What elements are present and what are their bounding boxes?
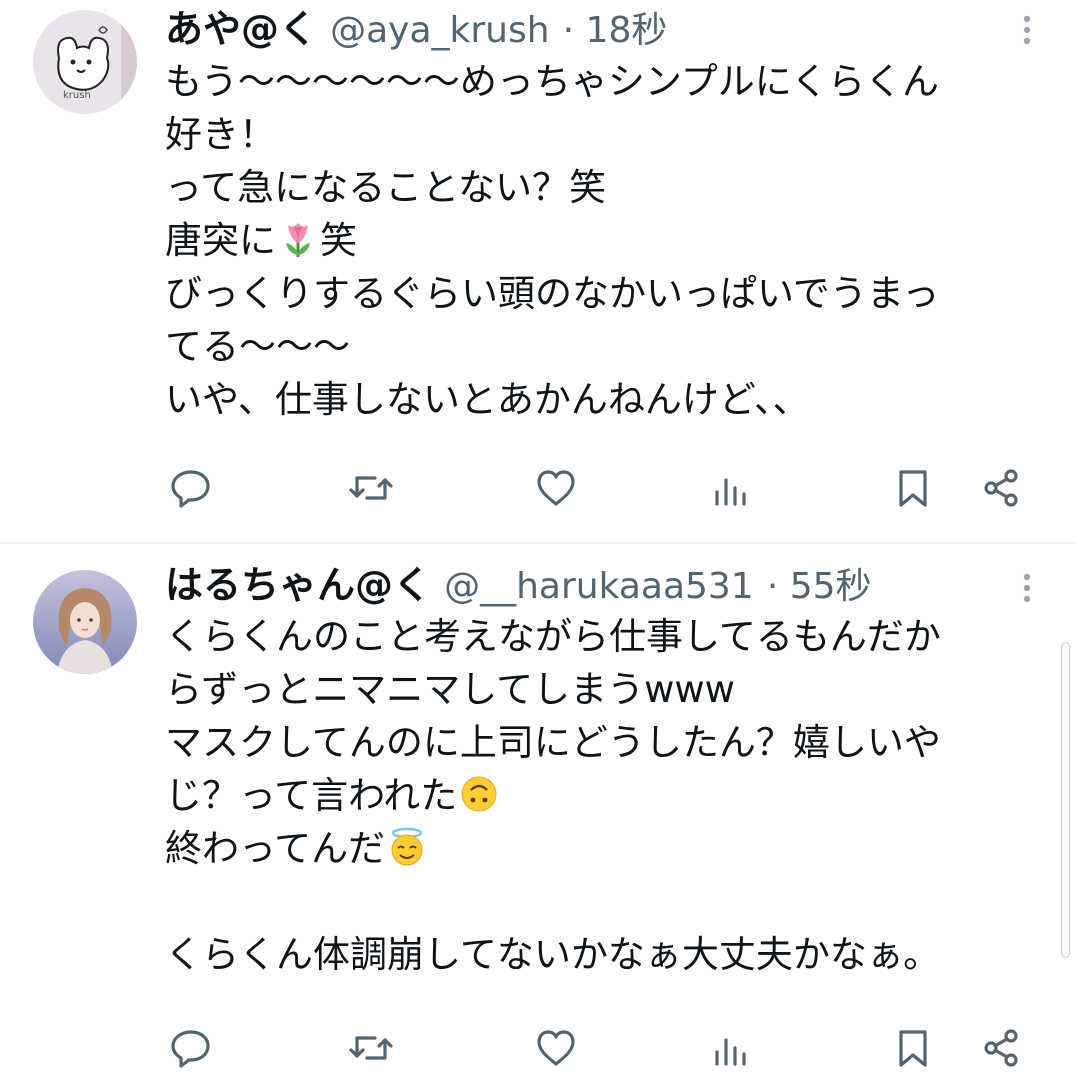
tweet-line: って急になることない？笑 [165, 166, 607, 209]
handle[interactable]: @__harukaaa531 [444, 566, 754, 607]
tweet-line: じ？って言われた [165, 774, 458, 817]
avatar[interactable] [33, 570, 137, 674]
smiling-face-with-halo-emoji [387, 827, 427, 867]
upside-down-face-emoji [459, 774, 499, 814]
tweet-line: 笑 [320, 219, 357, 262]
tweet-line: てる〜〜〜 [165, 325, 350, 368]
tweet-line: 好き！ [165, 113, 276, 156]
display-name[interactable]: はるちゃん@く [165, 563, 431, 607]
reply-icon[interactable] [165, 1018, 217, 1078]
retweet-icon[interactable] [345, 1018, 397, 1078]
tweet-header: はるちゃん@く @__harukaaa531 · 55秒 [165, 560, 872, 610]
tweet-line: 唐突に [165, 219, 276, 262]
tweet-line: マスクしてんのに上司にどうしたん？嬉しいや [165, 721, 941, 764]
timestamp[interactable]: · 55秒 [767, 566, 872, 607]
tweet-header: あや@く @aya_krush · 18秒 [165, 4, 667, 54]
views-icon[interactable] [705, 1018, 757, 1078]
tweet-text: くらくんのこと考えながら仕事してるもんだか らずっとニマニマしてしまうwww マ… [165, 610, 1055, 981]
retweet-icon[interactable] [345, 458, 397, 518]
scrollbar[interactable] [1061, 642, 1070, 958]
like-icon[interactable] [530, 1018, 582, 1078]
tweet-line: らずっとニマニマしてしまうwww [165, 668, 735, 711]
tweet-divider [0, 542, 1076, 544]
bookmark-icon[interactable] [887, 1018, 939, 1078]
tweet-actions [165, 458, 1035, 518]
handle[interactable]: @aya_krush [330, 10, 549, 51]
tweet-actions [165, 1018, 1035, 1078]
more-vertical-icon[interactable] [1012, 568, 1042, 608]
more-vertical-icon[interactable] [1012, 10, 1042, 50]
tweet-line: 終わってんだ [165, 827, 386, 870]
bookmark-icon[interactable] [887, 458, 939, 518]
avatar[interactable]: krush [33, 10, 137, 114]
share-icon[interactable] [975, 458, 1027, 518]
timestamp[interactable]: · 18秒 [563, 10, 668, 51]
tweet-line: もう〜〜〜〜〜〜めっちゃシンプルにくらくん [165, 60, 940, 103]
display-name[interactable]: あや@く [165, 7, 317, 51]
tweet-line: いや、仕事しないとあかんねんけど、、 [165, 378, 810, 421]
tweet[interactable]: はるちゃん@く @__harukaaa531 · 55秒 くらくんのこと考えなが… [0, 546, 1076, 1084]
tweet-line: びっくりするぐらい頭のなかいっぱいでうまっ [165, 272, 940, 315]
share-icon[interactable] [975, 1018, 1027, 1078]
reply-icon[interactable] [165, 458, 217, 518]
like-icon[interactable] [530, 458, 582, 518]
svg-text:krush: krush [63, 90, 91, 101]
tweet-text: もう〜〜〜〜〜〜めっちゃシンプルにくらくん 好き！ って急になることない？笑 唐… [165, 55, 1055, 426]
tweet[interactable]: krush あや@く @aya_krush · 18秒 もう〜〜〜〜〜〜めっちゃ… [0, 0, 1076, 542]
views-icon[interactable] [705, 458, 757, 518]
tulip-emoji [278, 219, 318, 259]
tweet-line: くらくんのこと考えながら仕事してるもんだか [165, 615, 941, 658]
tweet-line: くらくん体調崩してないかなぁ大丈夫かなぁ。 [165, 933, 941, 976]
